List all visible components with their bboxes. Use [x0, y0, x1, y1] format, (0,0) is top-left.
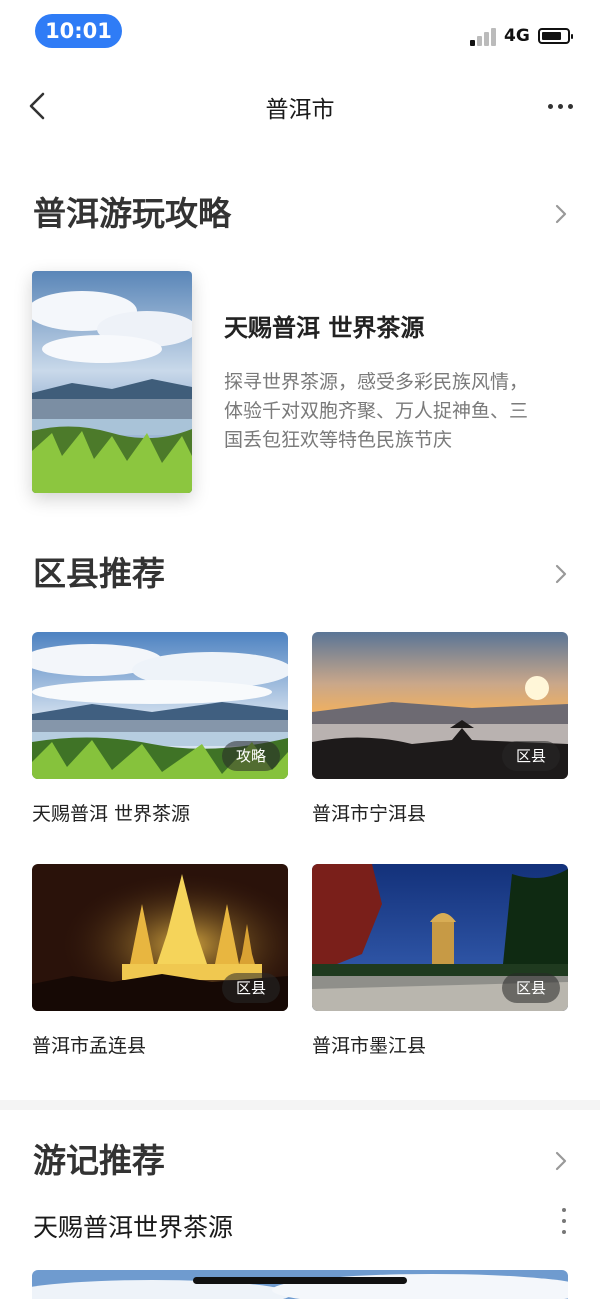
county-card-image[interactable]: 区县 — [312, 864, 568, 1011]
card-tag: 攻略 — [221, 741, 280, 771]
guide-section-header[interactable]: 普洱游玩攻略 — [33, 190, 573, 238]
chevron-right-icon[interactable] — [549, 200, 573, 228]
page-title: 普洱市 — [265, 97, 335, 123]
section-title: 游记推荐 — [33, 1141, 165, 1180]
more-button[interactable] — [540, 92, 580, 120]
card-label: 天赐普洱 世界茶源 — [32, 803, 191, 825]
section-title: 区县推荐 — [33, 554, 165, 593]
status-time[interactable]: 10:01 — [35, 14, 122, 48]
county-section-header[interactable]: 区县推荐 — [33, 550, 573, 598]
network-type: 4G — [504, 26, 530, 46]
more-horizontal-icon — [547, 103, 553, 109]
county-card-image[interactable]: 区县 — [32, 864, 288, 1011]
county-card-image[interactable]: 区县 — [312, 632, 568, 779]
battery-icon — [538, 28, 573, 44]
card-tag: 区县 — [221, 973, 280, 1003]
note-title[interactable]: 天赐普洱世界茶源 — [33, 1208, 233, 1244]
county-card[interactable]: 攻略 天赐普洱 世界茶源 — [32, 632, 288, 826]
county-card[interactable]: 区县 普洱市孟连县 — [32, 864, 288, 1058]
notes-section-header[interactable]: 游记推荐 — [33, 1137, 573, 1185]
battery-level — [542, 32, 561, 40]
guide-card-title[interactable]: 天赐普洱 世界茶源 — [224, 308, 424, 343]
home-indicator[interactable] — [193, 1277, 407, 1284]
section-divider — [0, 1100, 600, 1110]
county-card[interactable]: 区县 普洱市宁洱县 — [312, 632, 568, 826]
note-cover-image[interactable] — [32, 1270, 568, 1299]
signal-icon — [470, 28, 498, 46]
guide-cover-image[interactable] — [32, 271, 192, 493]
more-vertical-icon — [562, 1208, 566, 1212]
navigation-bar: 普洱市 — [0, 78, 600, 134]
chevron-right-icon[interactable] — [549, 560, 573, 588]
note-more-button[interactable] — [556, 1206, 572, 1236]
county-card-image[interactable]: 攻略 — [32, 632, 288, 779]
card-label: 普洱市孟连县 — [32, 1035, 147, 1057]
guide-card-description: 探寻世界茶源，感受多彩民族风情， 体验千对双胞齐聚、万人捉神鱼、三 国丢包狂欢等… — [224, 371, 529, 451]
status-bar: 10:01 4G — [0, 0, 600, 62]
card-label: 普洱市墨江县 — [312, 1035, 427, 1057]
card-label: 普洱市宁洱县 — [312, 803, 427, 825]
chevron-right-icon[interactable] — [549, 1147, 573, 1175]
county-card[interactable]: 区县 普洱市墨江县 — [312, 864, 568, 1058]
card-tag: 区县 — [501, 973, 560, 1003]
card-tag: 区县 — [501, 741, 560, 771]
section-title: 普洱游玩攻略 — [33, 194, 231, 233]
